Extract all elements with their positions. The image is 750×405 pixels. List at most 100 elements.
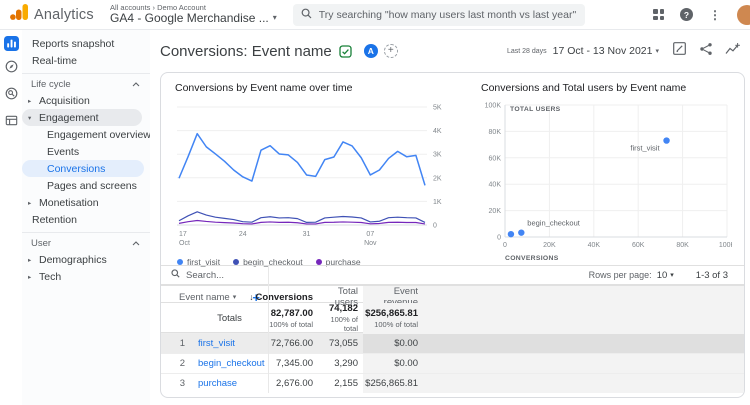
sidebar-divider [22, 73, 150, 74]
svg-text:60K: 60K [632, 242, 645, 249]
date-range-picker[interactable]: 17 Oct - 13 Nov 2021 ▾ [553, 45, 659, 57]
help-icon[interactable]: ? [680, 8, 693, 21]
sidebar-item-label: Tech [39, 271, 61, 283]
svg-text:Oct: Oct [179, 240, 190, 247]
customize-report-icon[interactable] [672, 41, 687, 61]
add-comparison-button[interactable]: + [384, 44, 398, 58]
table-row[interactable]: 2begin_checkout7,345.003,290$0.00 [161, 353, 744, 373]
svg-text:100K: 100K [719, 242, 732, 249]
totals-filler [423, 303, 744, 334]
rows-per-page-select[interactable]: 10 ▾ [657, 270, 674, 281]
sidebar-item-engagement[interactable]: ▾Engagement [22, 109, 142, 126]
configure-nav-icon[interactable] [5, 114, 18, 132]
totals-label: Totals [191, 313, 268, 324]
event-name-link[interactable]: first_visit [191, 334, 268, 353]
svg-text:begin_checkout: begin_checkout [527, 219, 580, 228]
chevron-up-icon [132, 79, 140, 90]
svg-text:2K: 2K [433, 175, 442, 182]
sidebar: Reports snapshotReal-time Life cycle ▸Acqu… [22, 30, 150, 405]
svg-text:5K: 5K [433, 105, 442, 112]
cell-conversions: 7,345.00 [268, 354, 318, 373]
comparison-chip[interactable]: A [364, 44, 378, 58]
column-header-label: Conversions [255, 292, 313, 303]
row-index: 1 [161, 334, 191, 353]
sidebar-item-real-time[interactable]: Real-time [22, 52, 150, 69]
rows-per-page-label: Rows per page: [589, 270, 652, 280]
search-icon [301, 6, 312, 24]
analytics-logo[interactable]: Analytics [10, 4, 96, 25]
sidebar-item-reports-snapshot[interactable]: Reports snapshot [22, 35, 150, 52]
chevron-collapsed-icon[interactable]: ▸ [28, 273, 31, 281]
avatar[interactable] [737, 5, 750, 25]
event-name-link[interactable]: begin_checkout [191, 354, 268, 373]
sidebar-item-acquisition[interactable]: ▸Acquisition [22, 92, 150, 109]
sidebar-section-label: Life cycle [31, 79, 71, 90]
chevron-expanded-icon[interactable]: ▾ [28, 114, 31, 122]
advertising-nav-icon[interactable] [5, 87, 18, 105]
row-filler [423, 354, 744, 373]
data-table-section: Search... Rows per page: 10 ▾ 1-3 of 3 E… [161, 265, 744, 393]
sidebar-item-label: Demographics [39, 254, 107, 266]
cell-event-revenue: $256,865.81 [363, 374, 423, 393]
sidebar-item-label: Monetisation [39, 197, 99, 209]
totals-subtext: 100% of total [363, 320, 418, 329]
totals-event-revenue: $256,865.81100% of total [363, 303, 423, 334]
sidebar-item-label: Conversions [47, 163, 105, 175]
sidebar-section-life-cycle[interactable]: Life cycle [22, 77, 150, 92]
svg-text:80K: 80K [676, 242, 689, 249]
table-search-input[interactable]: Search... [186, 270, 224, 281]
svg-text:80K: 80K [489, 129, 502, 136]
chevron-collapsed-icon[interactable]: ▸ [28, 199, 31, 207]
svg-text:17: 17 [179, 231, 187, 238]
totals-value: $256,865.81 [363, 308, 418, 320]
more-vertical-icon[interactable]: ⋮ [709, 9, 721, 21]
svg-text:Nov: Nov [364, 240, 377, 247]
chevron-down-icon: ▾ [670, 271, 674, 279]
sidebar-item-pages-and-screens[interactable]: Pages and screens [22, 177, 150, 194]
totals-subtext: 100% of total [268, 320, 313, 329]
cell-total-users: 73,055 [318, 334, 363, 353]
row-index: 2 [161, 354, 191, 373]
chevron-collapsed-icon[interactable]: ▸ [28, 256, 31, 264]
row-filler [423, 334, 744, 353]
svg-text:40K: 40K [489, 182, 502, 189]
event-name-link[interactable]: purchase [191, 374, 268, 393]
sidebar-item-conversions[interactable]: Conversions [22, 160, 144, 177]
chevron-collapsed-icon[interactable]: ▸ [28, 97, 31, 105]
column-divider [268, 266, 269, 393]
line-chart-title: Conversions by Event name over time [175, 82, 471, 94]
report-card: Conversions by Event name over time 01K2… [160, 72, 745, 398]
totals-value: 82,787.00 [268, 308, 313, 320]
svg-text:07: 07 [366, 231, 374, 238]
row-filler [423, 374, 744, 393]
sidebar-item-label: Engagement overview [47, 129, 151, 141]
sidebar-section-user[interactable]: User [22, 236, 150, 251]
account-switcher[interactable]: All accounts › Demo Account GA4 - Google… [110, 4, 277, 25]
sidebar-divider [22, 232, 150, 233]
sidebar-item-demographics[interactable]: ▸ Demographics [22, 251, 150, 268]
top-bar: Analytics All accounts › Demo Account GA… [0, 0, 750, 30]
sidebar-item-retention[interactable]: Retention [22, 211, 150, 228]
explore-nav-icon[interactable] [5, 60, 18, 78]
reports-nav-icon[interactable] [4, 36, 19, 51]
insights-icon[interactable] [725, 42, 740, 61]
chevron-down-icon: ▾ [655, 47, 659, 55]
report-status-check-icon [339, 45, 352, 58]
column-header-label: Event name [179, 292, 230, 303]
sidebar-item-tech[interactable]: ▸ Tech [22, 268, 150, 285]
share-icon[interactable] [699, 42, 713, 61]
svg-text:TOTAL USERS: TOTAL USERS [510, 106, 561, 113]
sidebar-item-monetisation[interactable]: ▸ Monetisation [22, 194, 150, 211]
search-input[interactable]: Try searching "how many users last month… [293, 4, 585, 26]
table-row[interactable]: 3purchase2,676.002,155$256,865.81 [161, 373, 744, 393]
sidebar-item-label: Events [47, 146, 79, 158]
apps-grid-icon[interactable] [653, 9, 664, 20]
sidebar-item-label: Pages and screens [47, 180, 137, 192]
svg-text:40K: 40K [588, 242, 601, 249]
column-header-conversions[interactable]: ↓Conversions [268, 286, 318, 308]
totals-blank [161, 303, 191, 334]
sidebar-item-engagement-overview[interactable]: Engagement overview [22, 126, 150, 143]
sidebar-item-events[interactable]: Events [22, 143, 150, 160]
svg-text:1K: 1K [433, 199, 442, 206]
table-row[interactable]: 1first_visit72,766.0073,055$0.00 [161, 333, 744, 353]
